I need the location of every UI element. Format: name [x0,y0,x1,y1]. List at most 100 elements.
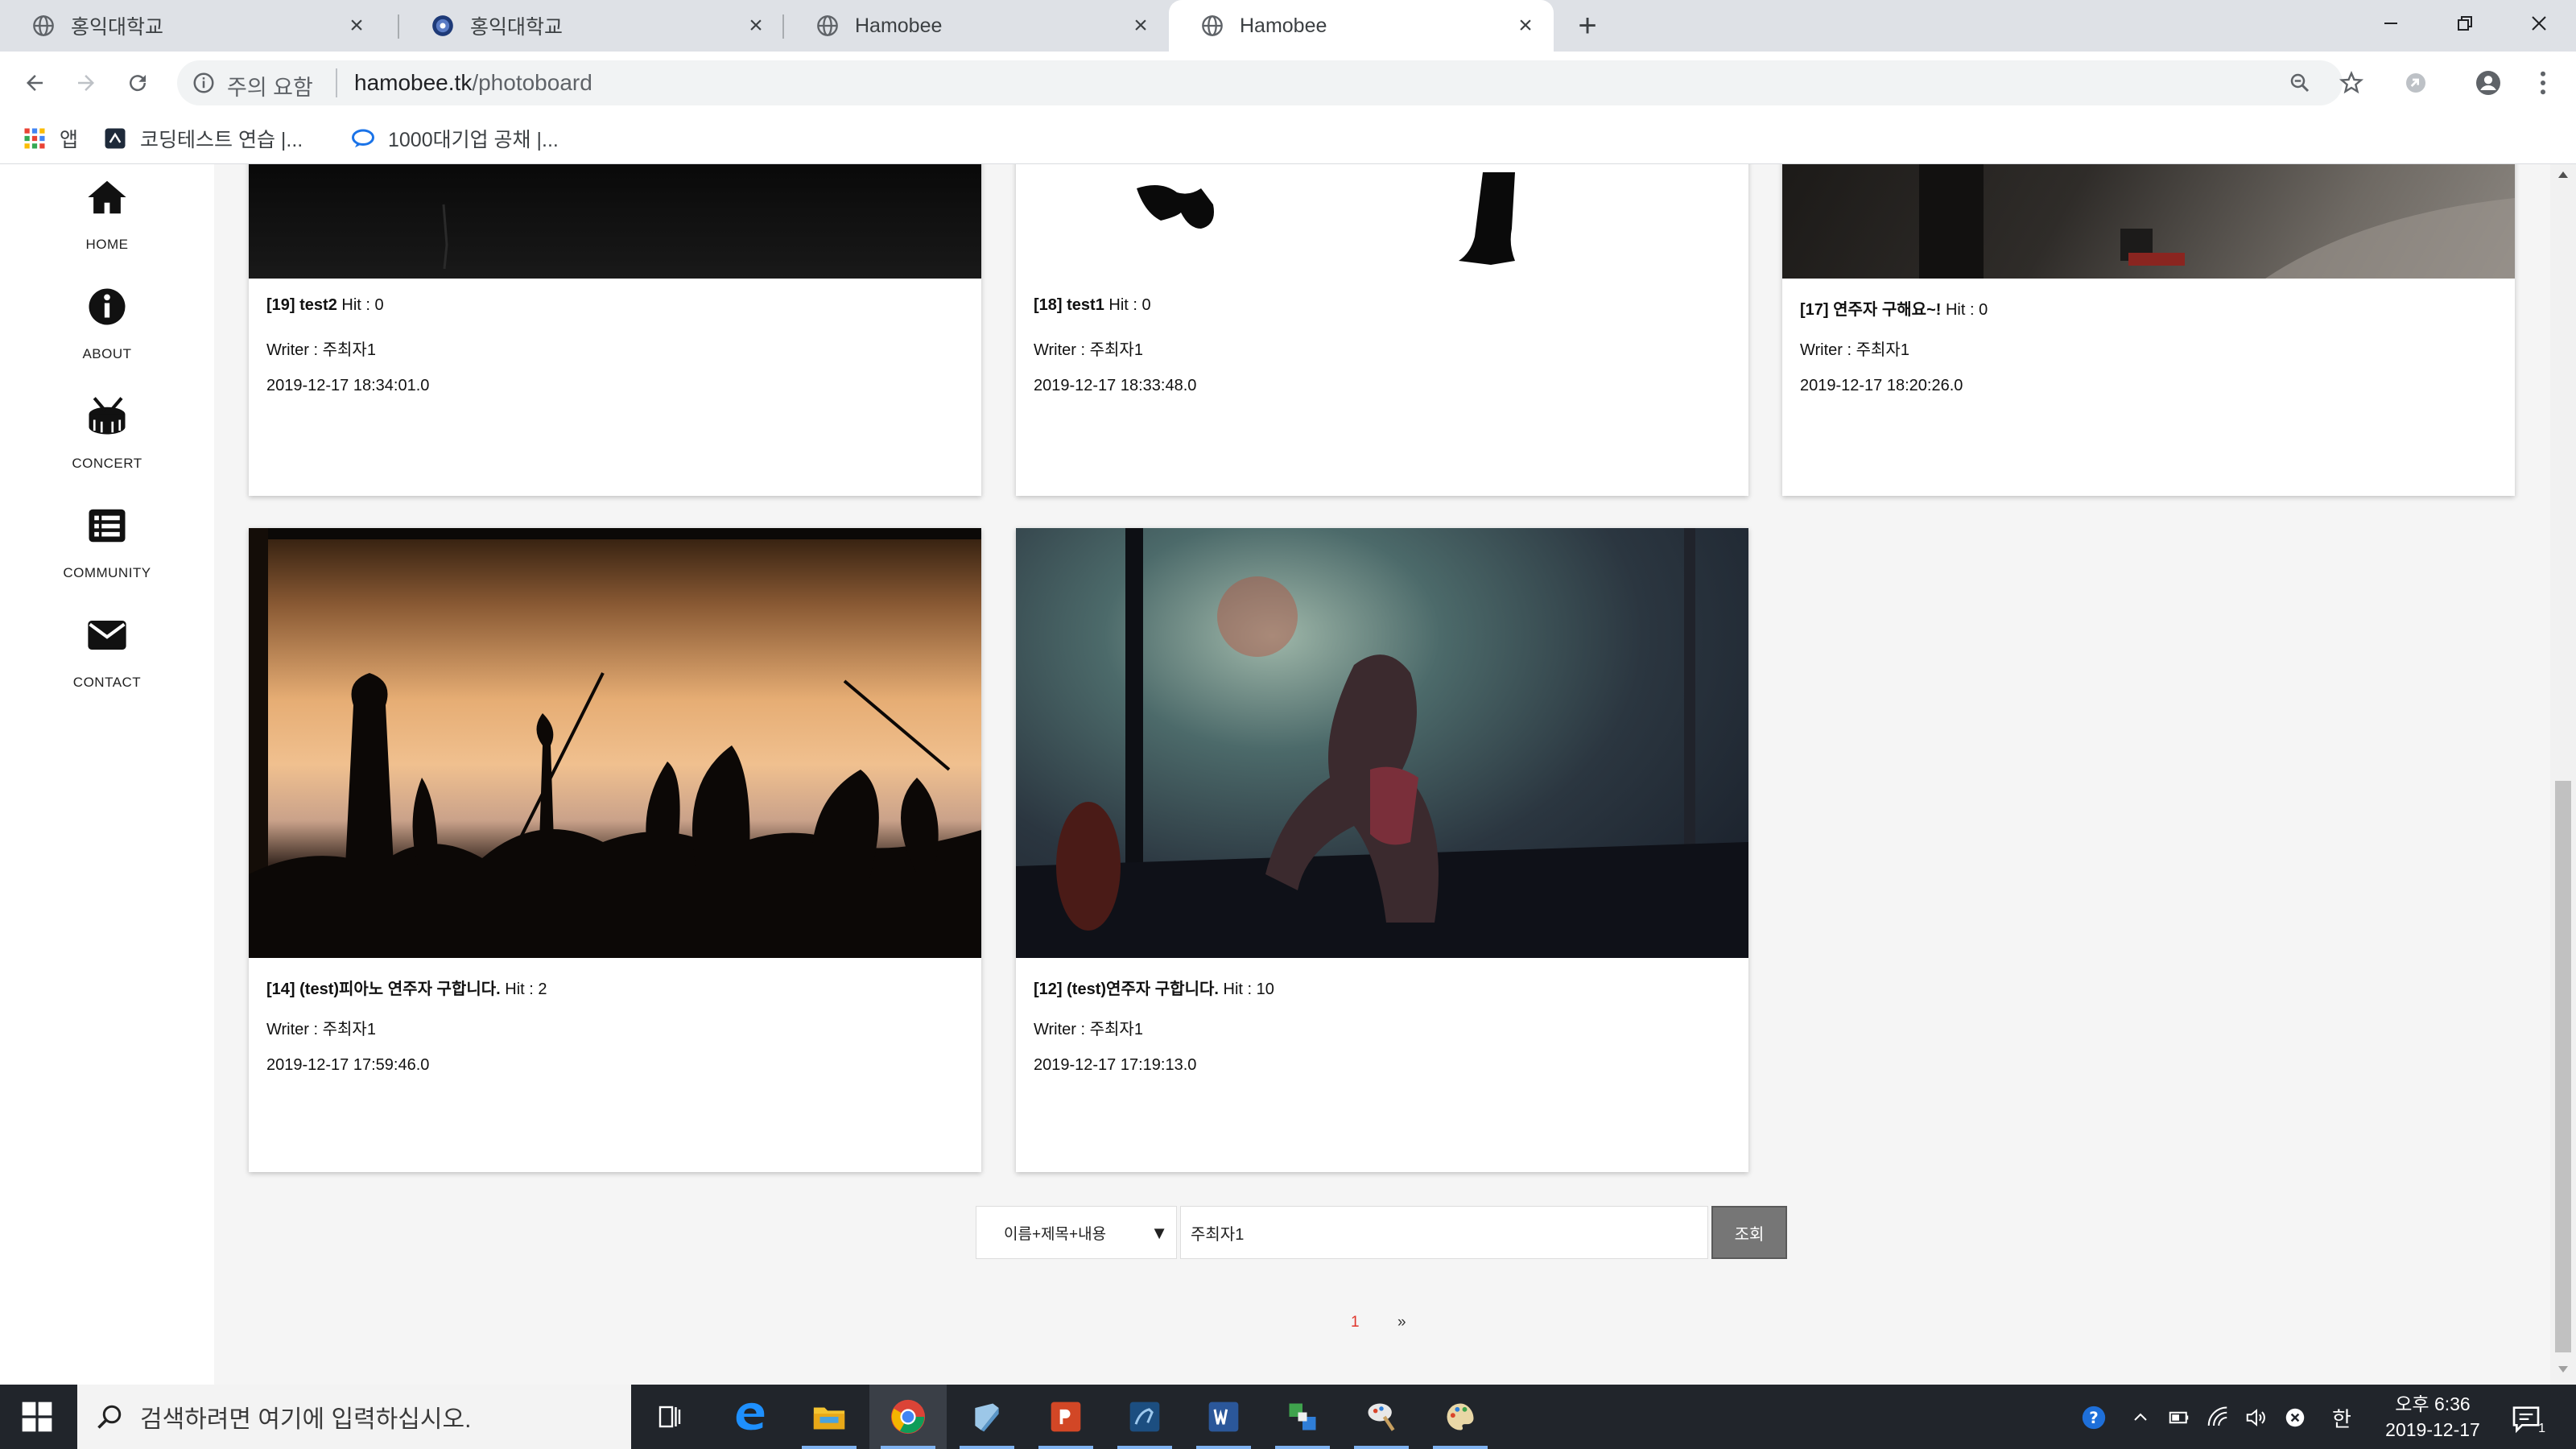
powerpoint-icon[interactable] [1027,1385,1104,1449]
hit-count: Hit : 2 [505,980,547,998]
security-warning-label[interactable]: 주의 요함 [227,70,313,101]
forward-arrow-icon[interactable] [66,63,106,103]
search-input[interactable]: 주최자1 [1180,1206,1708,1259]
apps-grid-icon [24,128,45,149]
card-title-line[interactable]: [18] test1 Hit : 0 [1034,296,1151,315]
taskbar-clock[interactable]: 오후 6:36 2019-12-17 [2376,1391,2489,1443]
back-arrow-icon[interactable] [14,63,55,103]
photo-card[interactable]: [12] (test)연주자 구합니다. Hit : 10 Writer : 주… [1016,528,1748,1172]
app-launcher-icon[interactable] [948,1385,1026,1449]
post-writer: Writer : 주최자1 [1034,341,1143,359]
bookmark-star-icon[interactable] [2336,68,2367,98]
card-photo[interactable] [249,528,981,958]
mysql-workbench-icon[interactable] [1106,1385,1183,1449]
sidebar-item-home[interactable]: HOME [0,175,214,272]
hit-count: Hit : 0 [341,296,384,314]
card-photo[interactable] [1016,528,1748,958]
tab-title: Hamobee [1240,14,1327,37]
app-tray-close-icon[interactable] [2281,1404,2309,1431]
paint-palette-icon[interactable] [1422,1385,1499,1449]
new-tab-plus-icon[interactable]: + [1571,10,1604,42]
task-view-icon[interactable] [631,1385,708,1449]
address-bar[interactable]: 주의 요함 hamobee.tk/photoboard [177,60,2343,105]
envelope-icon [88,621,126,650]
card-photo[interactable] [1016,164,1748,279]
photo-card[interactable]: [14] (test)피아노 연주자 구합니다. Hit : 2 Writer … [249,528,981,1172]
pagination-next[interactable]: » [1397,1314,1406,1331]
window-close-icon[interactable] [2502,0,2576,47]
post-title: [19] test2 [266,296,337,314]
card-photo[interactable] [1782,164,2515,279]
menu-kebab-icon[interactable] [2528,68,2558,98]
ime-indicator[interactable]: 한 [2328,1404,2355,1431]
info-circle-icon[interactable] [192,71,216,95]
file-explorer-icon[interactable] [791,1385,868,1449]
reload-icon[interactable] [118,63,158,103]
help-question-icon[interactable]: ? [2080,1404,2107,1431]
bookmark-label: 코딩테스트 연습 |... [140,129,303,151]
tray-chevron-up-icon[interactable] [2127,1404,2154,1431]
url-text[interactable]: hamobee.tk/photoboard [354,70,592,96]
browser-tab-2[interactable]: 홍익대학교 × [399,0,784,52]
browser-toolbar: 주의 요함 hamobee.tk/photoboard [0,52,2576,114]
tab-title: 홍익대학교 [71,16,164,39]
volume-speaker-icon[interactable] [2243,1404,2270,1431]
profile-avatar-icon[interactable] [2473,68,2504,98]
bookmark-label: 앱 [60,129,79,151]
browser-tab-4-active[interactable]: Hamobee × [1169,0,1554,52]
card-photo[interactable] [249,164,981,279]
card-title-line[interactable]: [12] (test)연주자 구합니다. Hit : 10 [1034,976,1274,999]
search-button[interactable]: 조회 [1711,1206,1787,1259]
tab-close-icon[interactable]: × [1513,14,1538,38]
photo-card[interactable]: [19] test2 Hit : 0 Writer : 주최자1 2019-12… [249,164,981,496]
post-date: 2019-12-17 17:19:13.0 [1034,1056,1197,1074]
photo-card[interactable]: [18] test1 Hit : 0 Writer : 주최자1 2019-12… [1016,164,1748,496]
wifi-icon[interactable] [2204,1404,2231,1431]
zoom-magnifier-icon[interactable] [2285,68,2315,98]
scroll-down-arrow-icon[interactable] [2557,1365,2569,1373]
pagination-page-current[interactable]: 1 [1351,1314,1360,1331]
running-indicator [802,1446,857,1449]
edge-browser-icon[interactable] [712,1385,789,1449]
globe-icon [817,15,838,36]
tab-close-icon[interactable]: × [345,14,369,38]
tab-close-icon[interactable]: × [744,14,768,38]
extension-icon[interactable] [2401,68,2431,98]
post-title: [14] (test)피아노 연주자 구합니다. [266,980,501,998]
card-title-line[interactable]: [19] test2 Hit : 0 [266,296,384,315]
sidebar-item-concert[interactable]: CONCERT [0,394,214,491]
card-title-line[interactable]: [17] 연주자 구해요~! Hit : 0 [1800,296,1988,320]
tab-close-icon[interactable]: × [1129,14,1153,38]
paint-brush-app-icon[interactable] [1343,1385,1420,1449]
post-writer: Writer : 주최자1 [1034,1021,1143,1038]
page-scrollbar[interactable] [2550,164,2576,1385]
browser-tab-3[interactable]: Hamobee × [784,0,1169,52]
sidebar-item-about[interactable]: ABOUT [0,285,214,382]
photo-card[interactable]: [17] 연주자 구해요~! Hit : 0 Writer : 주최자1 201… [1782,164,2515,496]
search-filter-select[interactable]: 이름+제목+내용 ▼ [976,1206,1177,1259]
battery-icon[interactable] [2165,1404,2193,1431]
card-title-line[interactable]: [14] (test)피아노 연주자 구합니다. Hit : 2 [266,976,547,999]
browser-tab-strip: 홍익대학교 × 홍익대학교 × Hamobee × Hamobee × + [0,0,2576,52]
taskbar-search-box[interactable]: 검색하려면 여기에 입력하십시오. [77,1385,631,1449]
scroll-up-arrow-icon[interactable] [2557,171,2569,179]
notification-center-icon[interactable]: 1 [2510,1402,2545,1435]
sidebar-item-community[interactable]: COMMUNITY [0,504,214,601]
bookmark-coding-test[interactable]: 코딩테스트 연습 |... [103,122,303,155]
window-minimize-icon[interactable] [2354,0,2428,47]
word-icon[interactable] [1185,1385,1262,1449]
bookmark-apps[interactable]: 앱 [23,122,78,155]
scrollbar-thumb[interactable] [2555,781,2571,1352]
search-icon [97,1405,122,1429]
window-restore-icon[interactable] [2428,0,2502,47]
sidebar-item-label: HOME [85,237,129,252]
running-indicator [1117,1446,1172,1449]
browser-tab-1[interactable]: 홍익대학교 × [0,0,385,52]
windows-start-icon[interactable] [21,1401,53,1433]
bookmark-1000-companies[interactable]: 1000대기업 공채 |... [351,122,559,155]
chrome-browser-icon[interactable] [869,1385,947,1449]
sidebar-item-contact[interactable]: CONTACT [0,613,214,710]
tab-title: 홍익대학교 [470,16,564,39]
network-tool-icon[interactable] [1264,1385,1341,1449]
bookmark-label: 1000대기업 공채 |... [388,129,559,151]
